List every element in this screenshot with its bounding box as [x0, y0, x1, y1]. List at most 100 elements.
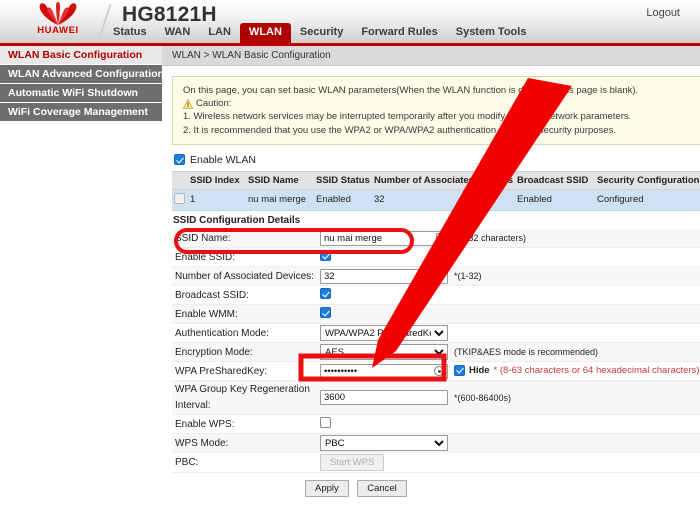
label-wpa-presharedkey: WPA PreSharedKey: — [172, 362, 317, 381]
number-of-associated-devices-input[interactable] — [320, 269, 448, 284]
field-num-devices-cell — [317, 267, 451, 286]
label-group-key-line1: WPA Group Key Regeneration — [175, 384, 314, 395]
hint-enable-wmm — [451, 305, 700, 324]
sidebar-item-wlan-basic-configuration[interactable]: WLAN Basic Configuration — [0, 46, 162, 65]
row-wps-mode: WPS Mode: PBC — [172, 434, 700, 453]
start-wps-button[interactable]: Start WPS — [320, 454, 384, 471]
row-enable-wps: Enable WPS: — [172, 415, 700, 434]
label-broadcast-ssid: Broadcast SSID: — [172, 286, 317, 305]
row-pbc: PBC: Start WPS — [172, 453, 700, 473]
hint-ssid-name: *(1-32 characters) — [451, 229, 700, 248]
col-ssid-index: SSID Index — [188, 171, 246, 189]
page-header: HUAWEI HG8121H Logout Status WAN LAN WLA… — [0, 0, 700, 46]
main-nav: Status WAN LAN WLAN Security Forward Rul… — [104, 23, 535, 43]
field-wps-mode-cell: PBC — [317, 434, 451, 453]
info-notice: On this page, you can set basic WLAN par… — [172, 76, 700, 145]
ssid-config-details-table: SSID Name: ▴ *(1-32 characters) Enable S… — [172, 229, 700, 474]
hint-group-key-interval: *(600-86400s) — [451, 381, 700, 415]
row-ssid-name: SSID Name: ▴ *(1-32 characters) — [172, 229, 700, 248]
field-broadcast-ssid-cell — [317, 286, 451, 305]
hint-broadcast-ssid — [451, 286, 700, 305]
hint-encryption-mode: (TKIP&AES mode is recommended) — [451, 343, 700, 362]
label-pbc: PBC: — [172, 453, 317, 473]
huawei-logo: HUAWEI — [20, 2, 96, 44]
nav-item-wlan[interactable]: WLAN — [240, 23, 291, 43]
logout-button[interactable]: Logout — [646, 7, 680, 19]
hint-num-devices: *(1-32) — [451, 267, 700, 286]
group-key-interval-input[interactable] — [320, 390, 448, 405]
col-select — [172, 171, 188, 189]
field-pbc-cell: Start WPS — [317, 453, 451, 473]
label-group-key-line2: Interval: — [175, 400, 314, 411]
nav-item-wan[interactable]: WAN — [156, 23, 200, 43]
form-actions: Apply Cancel — [172, 473, 700, 497]
row-broadcast-ssid: Broadcast SSID: — [172, 286, 700, 305]
table-row[interactable]: 1 nu mai merge Enabled 32 Enabled Config… — [172, 189, 700, 210]
col-broadcast-ssid: Broadcast SSID — [515, 171, 595, 189]
stepper-icon[interactable]: ▴ — [436, 233, 445, 244]
nav-item-security[interactable]: Security — [291, 23, 352, 43]
content-area: WLAN > WLAN Basic Configuration On this … — [162, 46, 700, 506]
sidebar: WLAN Basic Configuration WLAN Advanced C… — [0, 46, 162, 506]
col-security-configuration: Security Configuration — [595, 171, 700, 189]
hide-password-checkbox[interactable] — [454, 365, 465, 376]
col-ssid-status: SSID Status — [314, 171, 372, 189]
field-group-key-cell — [317, 381, 451, 415]
notice-line-3: 2. It is recommended that you use the WP… — [183, 124, 693, 137]
field-psk-cell — [317, 362, 451, 381]
row-checkbox[interactable] — [174, 193, 185, 204]
enable-wlan-row[interactable]: Enable WLAN — [174, 154, 700, 166]
hint-auth-mode — [451, 324, 700, 343]
nav-item-forward-rules[interactable]: Forward Rules — [352, 23, 446, 43]
router-admin-page: HUAWEI HG8121H Logout Status WAN LAN WLA… — [0, 0, 700, 506]
field-enable-ssid-cell — [317, 248, 451, 267]
cell-ssid-status: Enabled — [314, 189, 372, 210]
sidebar-item-wifi-coverage-management[interactable]: WiFi Coverage Management — [0, 103, 162, 122]
authentication-mode-select[interactable]: WPA/WPA2 PreSharedKey — [320, 325, 448, 341]
cell-associated-devices: 32 — [372, 189, 515, 210]
col-ssid-name: SSID Name — [246, 171, 314, 189]
enable-ssid-checkbox[interactable] — [320, 250, 331, 261]
row-enable-ssid: Enable SSID: — [172, 248, 700, 267]
breadcrumb: WLAN > WLAN Basic Configuration — [162, 46, 700, 66]
cancel-button[interactable]: Cancel — [357, 480, 407, 497]
wps-mode-select[interactable]: PBC — [320, 435, 448, 451]
sidebar-item-automatic-wifi-shutdown[interactable]: Automatic WiFi Shutdown — [0, 84, 162, 103]
label-ssid-name: SSID Name: — [172, 229, 317, 248]
row-authentication-mode: Authentication Mode: WPA/WPA2 PreSharedK… — [172, 324, 700, 343]
hide-password-wrap[interactable]: Hide * (8-63 characters or 64 hexadecima… — [454, 365, 700, 376]
cell-broadcast-ssid: Enabled — [515, 189, 595, 210]
apply-button[interactable]: Apply — [305, 480, 349, 497]
hide-password-label: Hide — [469, 365, 490, 376]
label-enable-wmm: Enable WMM: — [172, 305, 317, 324]
row-wpa-presharedkey: WPA PreSharedKey: Hide * (8-63 ch — [172, 362, 700, 381]
label-enable-ssid: Enable SSID: — [172, 248, 317, 267]
enable-wlan-label: Enable WLAN — [190, 154, 256, 166]
label-number-of-associated-devices: Number of Associated Devices: — [172, 267, 317, 286]
row-select-cell[interactable] — [172, 189, 188, 210]
cell-ssid-index: 1 — [188, 189, 246, 210]
row-encryption-mode: Encryption Mode: AES (TKIP&AES mode is r… — [172, 343, 700, 362]
wpa-presharedkey-input[interactable] — [320, 364, 448, 379]
enable-wps-checkbox[interactable] — [320, 417, 331, 428]
label-enable-wps: Enable WPS: — [172, 415, 317, 434]
nav-item-system-tools[interactable]: System Tools — [447, 23, 536, 43]
hint-wpa-presharedkey: * (8-63 characters or 64 hexadecimal cha… — [494, 365, 700, 376]
huawei-flower-icon — [30, 2, 86, 26]
content-pane: On this page, you can set basic WLAN par… — [162, 66, 700, 497]
nav-item-lan[interactable]: LAN — [199, 23, 240, 43]
enable-wmm-checkbox[interactable] — [320, 307, 331, 318]
hint-wps-mode — [451, 434, 700, 453]
ssid-name-input[interactable] — [320, 231, 448, 246]
nav-item-status[interactable]: Status — [104, 23, 156, 43]
broadcast-ssid-checkbox[interactable] — [320, 288, 331, 299]
enable-wlan-checkbox[interactable] — [174, 154, 185, 165]
field-enable-wps-cell — [317, 415, 451, 434]
encryption-mode-select[interactable]: AES — [320, 344, 448, 360]
hint-pbc — [451, 453, 700, 473]
notice-line-1: On this page, you can set basic WLAN par… — [183, 84, 693, 97]
sidebar-item-wlan-advanced-configuration[interactable]: WLAN Advanced Configuration — [0, 65, 162, 84]
cell-security-configuration: Configured — [595, 189, 700, 210]
psk-hint-cell: Hide * (8-63 characters or 64 hexadecima… — [451, 362, 700, 381]
page-body: WLAN Basic Configuration WLAN Advanced C… — [0, 46, 700, 506]
